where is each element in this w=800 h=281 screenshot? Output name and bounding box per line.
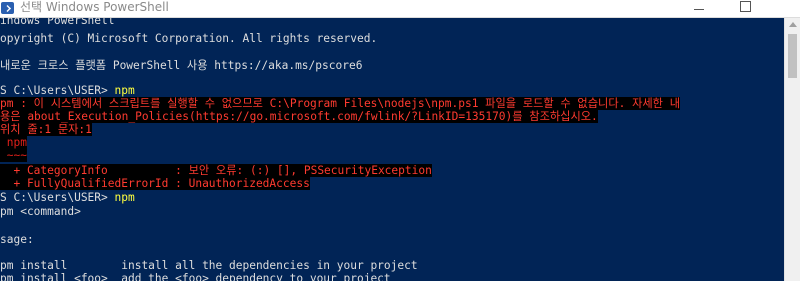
title-bar[interactable]: 선택 Windows PowerShell — [0, 0, 800, 18]
maximize-button[interactable] — [722, 0, 768, 17]
error-line: pm : 이 시스템에서 스크립트를 실행할 수 없으므로 C:\Program… — [0, 97, 680, 110]
error-line: 위치 줄:1 문자:1 — [0, 123, 92, 136]
console-output[interactable]: indows PowerShell opyright (C) Microsoft… — [0, 18, 800, 281]
console-line: pm install install all the dependencies … — [0, 259, 418, 272]
powershell-window: 선택 Windows PowerShell indows PowerShell … — [0, 0, 800, 281]
console-line: 내로운 크로스 플랫폼 PowerShell 사용 https://aka.ms… — [0, 59, 363, 72]
prompt-line: S C:\Users\USER> npm — [0, 84, 135, 97]
close-button[interactable] — [768, 0, 800, 17]
vertical-scrollbar[interactable] — [784, 18, 800, 281]
error-line: + FullyQualifiedErrorId : UnauthorizedAc… — [0, 177, 310, 190]
console-line: pm <command> — [0, 205, 81, 218]
error-line: + CategoryInfo : 보안 오류: (:) [], PSSecuri… — [0, 164, 432, 177]
error-line: npm — [0, 136, 27, 149]
scroll-up-arrow-icon[interactable] — [789, 22, 797, 27]
minimize-button[interactable] — [676, 0, 722, 17]
scrollbar-thumb[interactable] — [788, 34, 797, 78]
console-line: indows PowerShell — [0, 18, 115, 27]
error-line: 용은 about_Execution_Policies(https://go.m… — [0, 110, 598, 123]
console-line: pm install <foo> add the <foo> dependenc… — [0, 272, 391, 281]
powershell-icon — [1, 2, 14, 14]
error-line: ~~~ — [0, 149, 27, 162]
prompt-line: S C:\Users\USER> npm — [0, 191, 135, 204]
window-title: 선택 Windows PowerShell — [20, 0, 169, 14]
console-line: opyright (C) Microsoft Corporation. All … — [0, 32, 378, 45]
console-line: sage: — [0, 233, 34, 246]
